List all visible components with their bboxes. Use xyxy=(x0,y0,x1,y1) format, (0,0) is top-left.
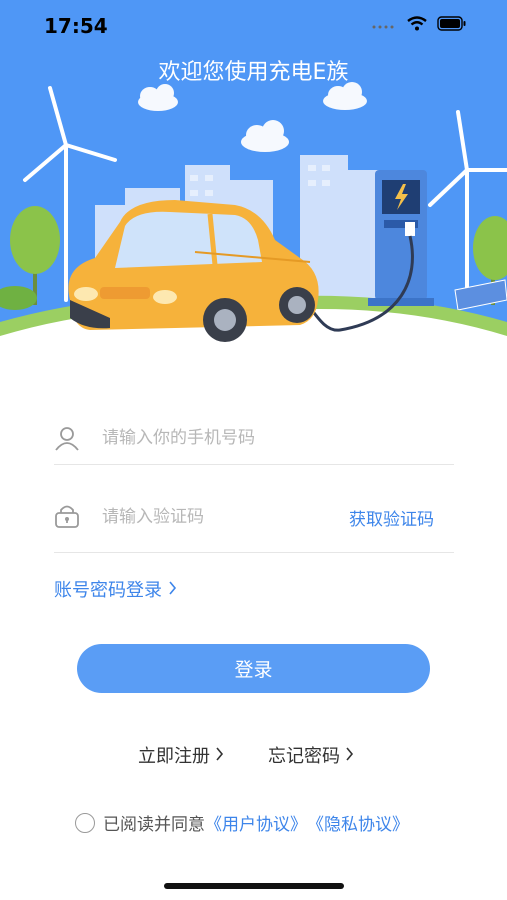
chevron-right-icon xyxy=(215,745,224,766)
forgot-password-label: 忘记密码 xyxy=(268,746,340,767)
password-login-link[interactable]: 账号密码登录 xyxy=(54,576,177,602)
battery-icon xyxy=(437,16,467,35)
lock-icon xyxy=(54,503,80,533)
register-link[interactable]: 立即注册 xyxy=(138,742,224,768)
agreement-prefix: 已阅读并同意 xyxy=(103,815,205,835)
password-login-label: 账号密码登录 xyxy=(54,580,162,601)
signal-icon xyxy=(371,16,397,35)
login-button[interactable]: 登录 xyxy=(77,644,430,693)
get-code-button[interactable]: 获取验证码 xyxy=(349,505,434,530)
chevron-right-icon xyxy=(345,745,354,766)
home-indicator xyxy=(164,883,344,889)
phone-input[interactable] xyxy=(100,422,334,454)
forgot-password-link[interactable]: 忘记密码 xyxy=(268,742,354,768)
agreement-row: 已阅读并同意 《用户协议》 《隐私协议》 xyxy=(75,810,409,835)
code-input[interactable] xyxy=(100,501,304,533)
agreement-checkbox[interactable] xyxy=(75,812,95,833)
page-title: 欢迎您使用充电E族 xyxy=(158,60,349,85)
privacy-agreement-link[interactable]: 《隐私协议》 xyxy=(307,810,409,835)
code-divider xyxy=(54,552,454,553)
phone-divider xyxy=(54,464,454,465)
wifi-icon xyxy=(407,16,427,35)
user-icon xyxy=(54,425,80,455)
status-icons xyxy=(371,16,467,35)
status-bar: 17:54 xyxy=(0,0,507,56)
chevron-right-icon xyxy=(168,579,177,600)
register-label: 立即注册 xyxy=(138,746,210,767)
status-time: 17:54 xyxy=(44,14,108,38)
user-agreement-link[interactable]: 《用户协议》 xyxy=(205,810,307,835)
